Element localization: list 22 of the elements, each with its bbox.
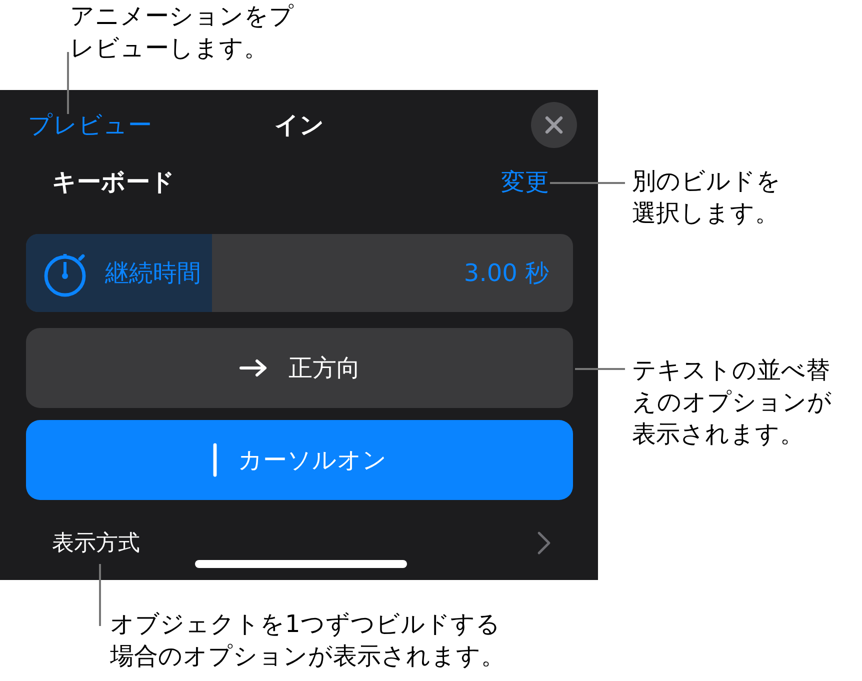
leader-line [99, 564, 101, 626]
cursor-icon [212, 443, 218, 477]
build-name: キーボード [52, 167, 175, 198]
callout-text: アニメーションをプレビューします。 [70, 1, 295, 64]
preview-link[interactable]: プレビュー [28, 109, 152, 141]
duration-value: 3.00 秒 [464, 258, 549, 289]
arrow-icon [238, 358, 268, 378]
delivery-label: 表示方式 [52, 530, 140, 558]
option-button[interactable]: 正方向 [26, 328, 573, 408]
close-button[interactable] [531, 102, 577, 148]
panel-title: イン [274, 110, 324, 141]
duration-slider[interactable]: 継続時間 3.00 秒 [26, 234, 573, 312]
leader-line [67, 52, 69, 114]
close-icon [544, 115, 564, 135]
callout-text: テキストの並べ替えのオプションが表示されます。 [632, 355, 833, 450]
leader-line [575, 368, 625, 370]
duration-label: 継続時間 [105, 258, 201, 289]
option-button[interactable]: カーソルオン [26, 420, 573, 500]
change-link[interactable]: 変更 [501, 166, 549, 198]
callout-text: オブジェクトを1つずつビルドする場合のオプションが表示されます。 [110, 609, 506, 672]
chevron-icon [537, 531, 551, 555]
callout-text: 別のビルドを選択します。 [632, 166, 782, 229]
